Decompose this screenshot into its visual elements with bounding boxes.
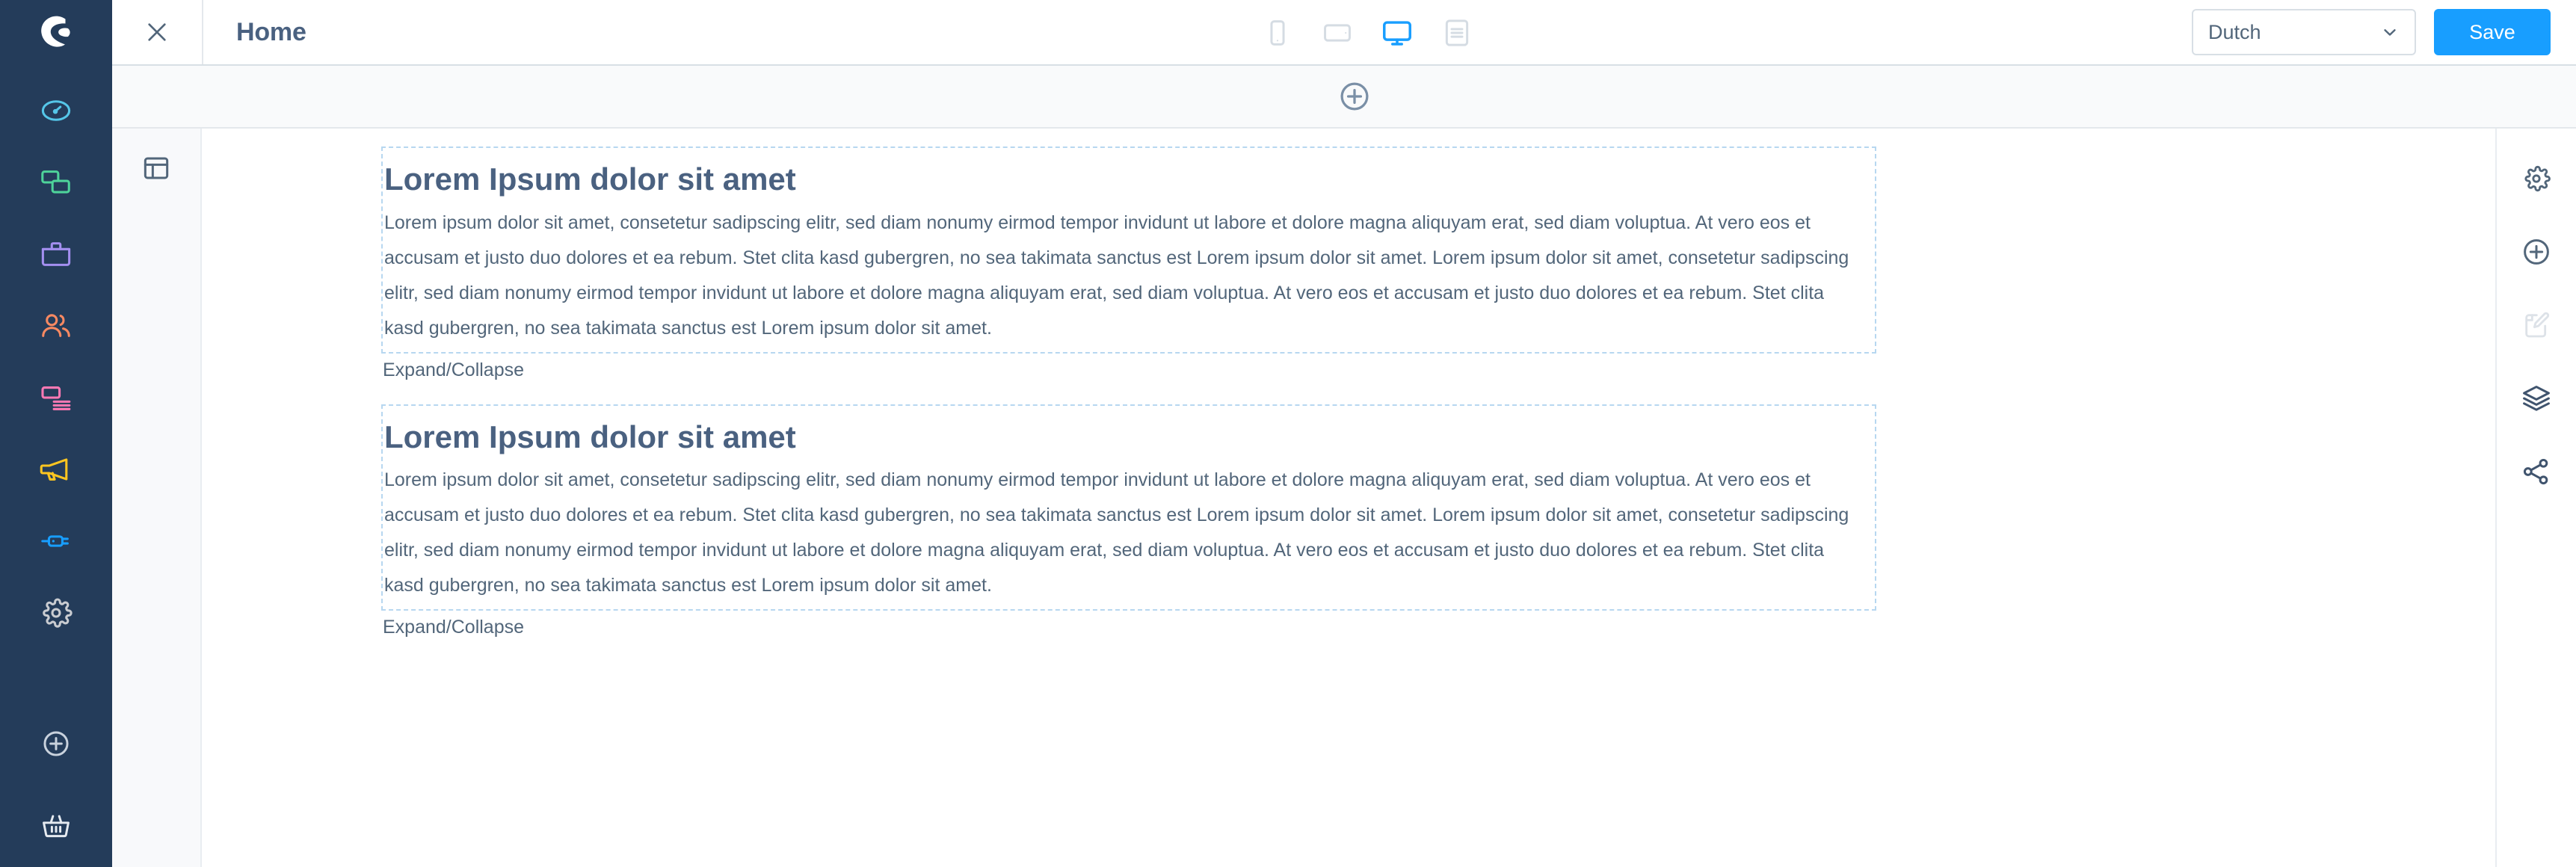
sidebar-item-dashboard[interactable] <box>0 75 112 146</box>
language-select-value: Dutch <box>2208 20 2261 43</box>
briefcase-icon <box>41 242 71 266</box>
sidebar-bottom-actions <box>0 703 112 867</box>
cms-block-spacer <box>202 386 2495 404</box>
mobile-icon <box>1270 20 1285 46</box>
close-button[interactable] <box>112 0 203 64</box>
sidebar-item-extensions[interactable] <box>0 505 112 577</box>
right-rail <box>2497 129 2576 867</box>
edit-document-icon <box>2525 312 2550 338</box>
tablet-icon <box>1324 24 1351 42</box>
sidebar-item-orders[interactable] <box>0 218 112 290</box>
cms-block-heading[interactable]: Lorem Ipsum dolor sit amet <box>383 413 1875 459</box>
right-rail-settings-button[interactable] <box>2513 155 2560 202</box>
stage-toolbar <box>112 66 2576 129</box>
dashboard-icon <box>41 100 71 121</box>
plug-icon <box>41 535 69 547</box>
shopware-logo[interactable] <box>0 0 112 66</box>
customers-icon <box>42 314 70 337</box>
cms-page-editor: Home Dutch Save Lorem Ipsum dolor sit am… <box>0 0 2576 867</box>
cms-stage-inner: Lorem Ipsum dolor sit amet Lorem ipsum d… <box>202 129 2495 644</box>
device-preview-switch <box>1254 0 1480 66</box>
right-rail-add-button[interactable] <box>2513 229 2560 275</box>
desktop-icon <box>1383 21 1411 46</box>
save-button[interactable]: Save <box>2434 9 2551 55</box>
gear-icon <box>43 598 73 628</box>
plus-circle-icon <box>43 731 69 756</box>
sidebar-item-catalogues[interactable] <box>0 146 112 218</box>
plus-circle-icon <box>1340 82 1369 111</box>
device-form-button[interactable] <box>1434 10 1480 56</box>
editor-main: Home Dutch Save Lorem Ipsum dolor sit am… <box>112 0 2576 867</box>
sidebar-item-settings[interactable] <box>0 577 112 649</box>
cms-block[interactable]: Lorem Ipsum dolor sit amet Lorem ipsum d… <box>381 146 1876 386</box>
content-icon <box>41 386 71 410</box>
form-icon <box>1445 19 1469 46</box>
topbar: Home Dutch Save <box>112 0 2576 66</box>
section-rail <box>112 129 202 867</box>
catalogue-icon <box>41 170 70 194</box>
cms-block-text[interactable]: Lorem ipsum dolor sit amet, consetetur s… <box>383 201 1867 346</box>
language-select[interactable]: Dutch <box>2192 9 2416 55</box>
sidebar-item-marketing[interactable] <box>0 434 112 505</box>
cms-stage: Lorem Ipsum dolor sit amet Lorem ipsum d… <box>202 129 2497 867</box>
megaphone-icon <box>40 458 68 481</box>
cms-block-heading[interactable]: Lorem Ipsum dolor sit amet <box>383 155 1875 201</box>
shopware-logo-icon <box>41 16 70 47</box>
layout-icon <box>144 157 169 179</box>
cms-block-outline: Lorem Ipsum dolor sit amet Lorem ipsum d… <box>381 146 1876 354</box>
topbar-actions: Dutch Save <box>2192 0 2576 64</box>
cms-block-text[interactable]: Lorem ipsum dolor sit amet, consetetur s… <box>383 458 1867 603</box>
device-desktop-button[interactable] <box>1374 10 1420 56</box>
layers-icon <box>2523 386 2550 411</box>
right-rail-edit-button <box>2513 302 2560 348</box>
plus-circle-icon <box>2524 239 2549 265</box>
main-sidebar <box>0 0 112 867</box>
device-tablet-button[interactable] <box>1314 10 1361 56</box>
cms-block-outline: Lorem Ipsum dolor sit amet Lorem ipsum d… <box>381 404 1876 611</box>
device-mobile-button[interactable] <box>1254 10 1301 56</box>
page-title: Home <box>236 17 306 46</box>
gear-icon <box>2524 165 2551 192</box>
sidebar-item-content[interactable] <box>0 362 112 434</box>
expand-collapse-toggle[interactable]: Expand/Collapse <box>381 354 1876 386</box>
sidebar-item-storefront[interactable] <box>0 785 112 867</box>
right-rail-share-button[interactable] <box>2513 448 2560 495</box>
close-icon <box>148 23 166 41</box>
chevron-down-icon <box>2384 29 2396 36</box>
sidebar-item-add[interactable] <box>0 703 112 785</box>
right-rail-layers-button[interactable] <box>2513 375 2560 422</box>
share-icon <box>2523 458 2548 485</box>
sidebar-item-list <box>0 66 112 649</box>
sidebar-item-customers[interactable] <box>0 290 112 362</box>
basket-icon <box>43 815 70 838</box>
cms-block[interactable]: Lorem Ipsum dolor sit amet Lorem ipsum d… <box>381 404 1876 644</box>
editor-body: Lorem Ipsum dolor sit amet Lorem ipsum d… <box>112 129 2576 867</box>
section-layout-button[interactable] <box>133 145 179 191</box>
expand-collapse-toggle[interactable]: Expand/Collapse <box>381 611 1876 644</box>
add-section-button[interactable] <box>1337 78 1372 114</box>
